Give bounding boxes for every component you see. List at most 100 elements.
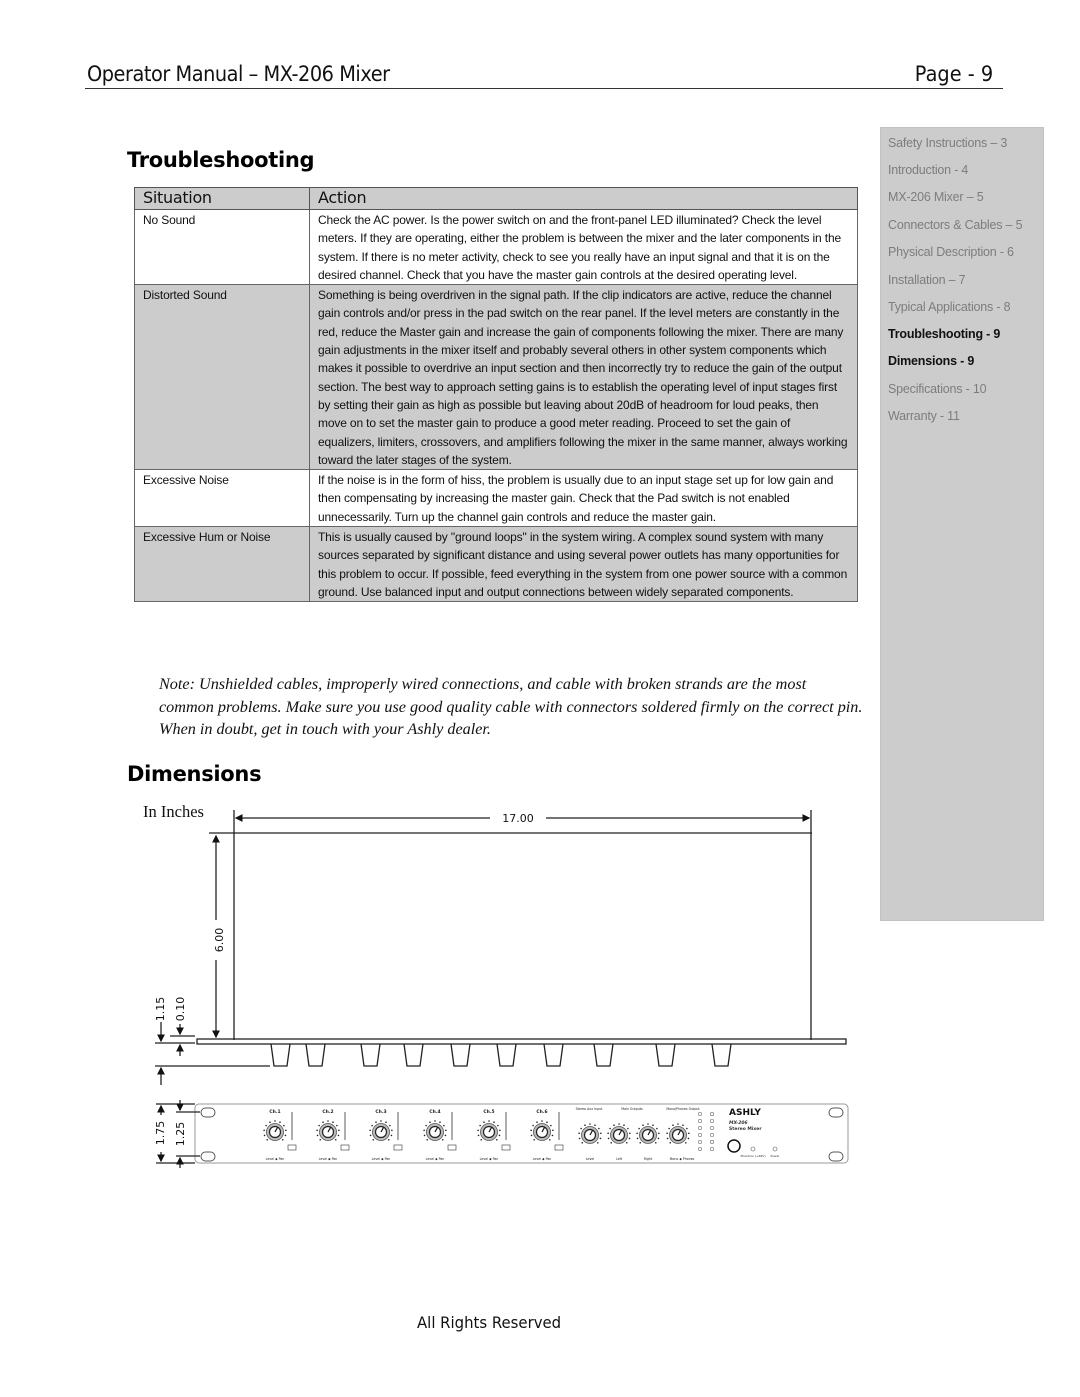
scale-dot <box>642 1124 644 1126</box>
scale-dot <box>607 1132 609 1135</box>
scale-dot <box>639 1141 642 1144</box>
knob-profile <box>496 1043 517 1067</box>
scale-dot <box>636 1132 638 1135</box>
scale-dot <box>647 1123 649 1125</box>
meter-led <box>697 1132 703 1138</box>
scale-dot <box>654 1141 657 1144</box>
scale-dot <box>629 1132 631 1135</box>
scale-dot <box>385 1121 387 1123</box>
scale-dot <box>495 1138 498 1141</box>
model-label: MX-206 <box>729 1120 748 1126</box>
scale-dot <box>596 1141 599 1144</box>
scale-dot <box>598 1127 600 1130</box>
phantom-led <box>750 1146 756 1152</box>
scale-dot <box>686 1127 688 1130</box>
scale-dot <box>609 1127 611 1130</box>
scale-dot <box>623 1124 625 1126</box>
knob-profile <box>711 1043 732 1067</box>
scale-dot <box>337 1134 340 1137</box>
channel-bottom-label: Level ◆ Pan <box>266 1157 285 1161</box>
scale-dot <box>638 1127 640 1130</box>
scale-dot <box>550 1124 552 1127</box>
meter-led <box>709 1139 715 1145</box>
scale-dot <box>332 1121 334 1123</box>
scale-dot <box>668 1127 670 1130</box>
scale-dot <box>423 1134 426 1137</box>
scale-dot <box>316 1129 318 1132</box>
scale-dot <box>497 1124 499 1127</box>
scale-dot <box>269 1121 271 1123</box>
scale-dot <box>283 1124 285 1127</box>
scale-dot <box>322 1121 324 1123</box>
mono-bottom-label: Mono ◆ Phones <box>670 1157 695 1161</box>
scale-dot <box>499 1129 501 1132</box>
channel-bottom-label: Level ◆ Pan <box>480 1157 499 1161</box>
scale-dot <box>532 1124 534 1127</box>
channel-label: Ch.4 <box>429 1109 440 1115</box>
scale-dot <box>429 1121 431 1123</box>
knob-profile <box>543 1043 564 1067</box>
scale-dot <box>336 1124 338 1127</box>
scale-dot <box>618 1123 620 1125</box>
scale-dot <box>372 1138 375 1141</box>
left-label: Left <box>616 1157 623 1161</box>
scale-dot <box>387 1138 390 1141</box>
scale-dot <box>666 1132 668 1135</box>
scale-dot <box>483 1121 485 1123</box>
scale-dot <box>480 1138 483 1141</box>
scale-dot <box>263 1129 265 1132</box>
scale-dot <box>263 1134 266 1137</box>
scale-dot <box>672 1124 674 1126</box>
pad-switch <box>393 1144 403 1151</box>
channel-label: Ch.1 <box>269 1109 280 1115</box>
scale-dot <box>488 1120 490 1122</box>
knob-depth-label: 1.15 <box>154 997 167 1022</box>
pad-switch <box>447 1144 457 1151</box>
scale-dot <box>581 1141 584 1144</box>
scale-dot <box>682 1124 684 1126</box>
channel-label: Ch.2 <box>322 1109 333 1115</box>
scale-dot <box>578 1132 580 1135</box>
knob-profile <box>305 1043 326 1067</box>
scale-dot <box>677 1123 679 1125</box>
scale-dot <box>425 1124 427 1127</box>
meter-led <box>709 1132 715 1138</box>
scale-dot <box>426 1138 429 1141</box>
pad-switch <box>501 1144 511 1151</box>
scale-dot <box>589 1123 591 1125</box>
scale-dot <box>369 1129 371 1132</box>
scale-dot <box>369 1134 372 1137</box>
scale-dot <box>319 1138 322 1141</box>
meter-led <box>697 1139 703 1145</box>
scale-dot <box>546 1121 548 1123</box>
scale-dot <box>444 1134 447 1137</box>
scale-dot <box>334 1138 337 1141</box>
pad-switch <box>287 1144 297 1151</box>
scale-dot <box>285 1129 287 1132</box>
scale-dot <box>548 1138 551 1141</box>
front-height-label: 1.75 <box>154 1121 167 1146</box>
brand-logo: ASHLY <box>729 1108 761 1118</box>
scale-dot <box>284 1134 287 1137</box>
scale-dot <box>584 1124 586 1126</box>
scale-dot <box>657 1137 660 1140</box>
dimension-drawing: 17.00 6.00 1.15 0.10 1.75 1.25 Ch.1 Level… <box>154 810 849 1168</box>
meter-led <box>709 1118 715 1124</box>
pad-switch <box>340 1144 350 1151</box>
scale-dot <box>441 1138 444 1141</box>
scale-dot <box>477 1134 480 1137</box>
scale-dot <box>434 1120 436 1122</box>
scale-dot <box>656 1127 658 1130</box>
subtitle-label: Stereo Mixer <box>729 1126 762 1132</box>
knob-profile <box>403 1043 424 1067</box>
channel-bottom-label: Level ◆ Pan <box>533 1157 552 1161</box>
scale-dot <box>498 1134 501 1137</box>
scale-dot <box>628 1137 631 1140</box>
meter-led <box>709 1111 715 1117</box>
scale-dot <box>578 1137 581 1140</box>
scale-dot <box>625 1141 628 1144</box>
scale-dot <box>327 1120 329 1122</box>
scale-dot <box>265 1124 267 1127</box>
scale-dot <box>445 1129 447 1132</box>
width-label: 17.00 <box>502 812 534 825</box>
